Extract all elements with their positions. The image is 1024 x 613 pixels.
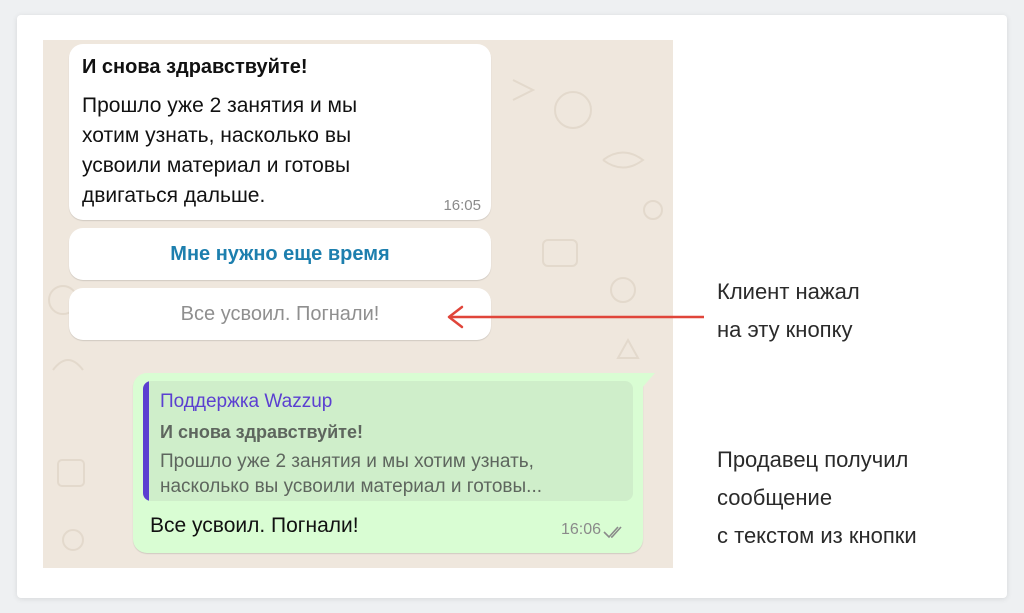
quoted-message[interactable]: Поддержка Wazzup И снова здравствуйте! П…	[143, 381, 633, 501]
annotation-line: сообщение	[717, 485, 833, 510]
message-body: Прошло уже 2 занятия и мы хотим узнать, …	[82, 91, 482, 211]
outgoing-message-text: Все усвоил. Погнали!	[150, 514, 359, 537]
annotation-line: Продавец получил	[717, 447, 909, 472]
message-line: Прошло уже 2 занятия и мы	[82, 94, 358, 117]
message-title: И снова здравствуйте!	[82, 56, 308, 78]
annotation-seller-received: Продавец получил сообщение с текстом из …	[717, 441, 917, 555]
annotation-line: с текстом из кнопки	[717, 523, 917, 548]
outgoing-message-bubble: Поддержка Wazzup И снова здравствуйте! П…	[133, 373, 655, 553]
quote-author: Поддержка Wazzup	[160, 391, 333, 412]
quick-reply-button-need-time[interactable]: Мне нужно еще время	[69, 228, 491, 280]
bubble-tail	[641, 373, 655, 389]
message-line: хотим узнать, насколько вы	[82, 124, 352, 147]
quote-accent-bar	[143, 381, 149, 501]
annotation-line: Клиент нажал	[717, 279, 860, 304]
quote-body: Прошло уже 2 занятия и мы хотим узнать, …	[160, 449, 625, 499]
message-timestamp: 16:05	[443, 197, 481, 214]
message-line: усвоили материал и готовы	[82, 154, 351, 177]
double-check-icon	[603, 526, 622, 539]
outgoing-timestamp: 16:06	[560, 521, 601, 538]
annotation-line: на эту кнопку	[717, 317, 853, 342]
quick-reply-button-understood[interactable]: Все усвоил. Погнали!	[69, 288, 491, 340]
pointer-arrow-icon	[447, 305, 704, 329]
chat-window: И снова здравствуйте! Прошло уже 2 занят…	[43, 40, 673, 568]
incoming-message-bubble: И снова здравствуйте! Прошло уже 2 занят…	[69, 44, 491, 220]
quote-line: Прошло уже 2 занятия и мы хотим узнать,	[160, 451, 534, 472]
quote-line: насколько вы усвоили материал и готовы..…	[160, 476, 543, 497]
quote-title: И снова здравствуйте!	[160, 422, 363, 442]
message-line: двигаться дальше.	[82, 184, 266, 207]
annotation-client-clicked: Клиент нажал на эту кнопку	[717, 273, 860, 349]
